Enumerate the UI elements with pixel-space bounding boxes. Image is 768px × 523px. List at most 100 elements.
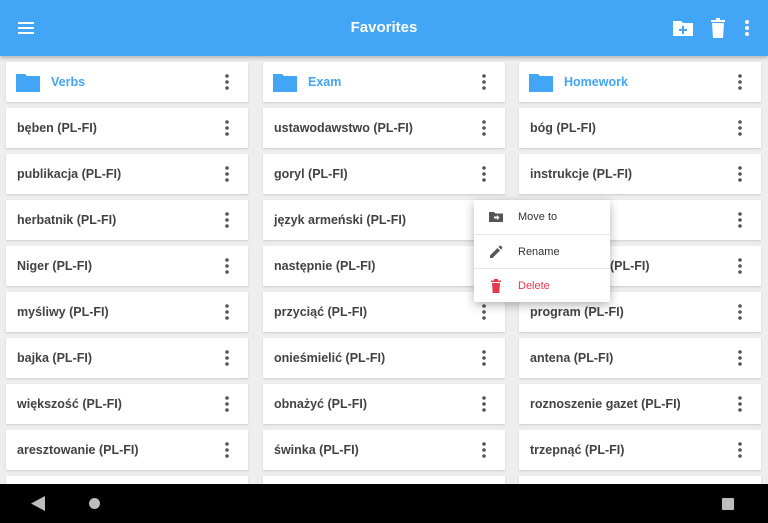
list-item[interactable]: obnażyć (PL-FI) [263,384,505,424]
more-vert-icon[interactable] [731,394,749,414]
list-item[interactable]: język armeński (PL-FI) [263,200,505,240]
menu-item-label: Move to [518,211,558,223]
folder-card[interactable]: Exam [263,62,505,102]
item-label: bajka (PL-FI) [17,351,93,365]
item-label: myśliwy (PL-FI) [17,305,109,319]
menu-item-move-to[interactable]: Move to [474,200,610,234]
item-label: język armeński (PL-FI) [274,213,406,227]
pencil-icon [490,245,503,258]
list-item[interactable] [519,476,761,484]
list-item[interactable]: publikacja (PL-FI) [6,154,248,194]
item-label: aresztowanie (PL-FI) [17,443,139,457]
list-item[interactable]: bęben (PL-FI) [6,108,248,148]
more-vert-icon[interactable] [475,72,493,92]
list-item[interactable]: przyciąć (PL-FI) [263,292,505,332]
more-vert-icon[interactable] [218,164,236,184]
list-item[interactable]: bóg (PL-FI) [519,108,761,148]
item-label: antena (PL-FI) [530,351,614,365]
column-verbs: Verbs bęben (PL-FI) publikacja (PL-FI) h… [6,62,248,484]
folder-card[interactable]: Homework [519,62,761,102]
item-label: goryl (PL-FI) [274,167,348,181]
folder-icon [529,74,553,92]
list-item[interactable] [6,476,248,484]
item-label: obnażyć (PL-FI) [274,397,368,411]
item-label: publikacja (PL-FI) [17,167,122,181]
more-vert-icon[interactable] [218,302,236,322]
folder-name: Homework [564,75,628,89]
more-vert-icon[interactable] [731,164,749,184]
more-vert-icon[interactable] [475,348,493,368]
more-vert-icon[interactable] [218,394,236,414]
more-vert-icon[interactable] [218,72,236,92]
more-vert-icon[interactable] [475,394,493,414]
folder-add-icon[interactable] [671,16,695,40]
folder-icon [273,74,297,92]
favorites-grid: Verbs bęben (PL-FI) publikacja (PL-FI) h… [0,56,768,484]
item-label: Niger (PL-FI) [17,259,92,273]
home-icon[interactable] [89,498,100,509]
item-label: instrukcje (PL-FI) [530,167,633,181]
item-label: ustawodawstwo (PL-FI) [274,121,413,135]
more-vert-icon[interactable] [731,348,749,368]
list-item[interactable]: następnie (PL-FI) [263,246,505,286]
more-vert-icon[interactable] [218,210,236,230]
more-vert-icon[interactable] [218,440,236,460]
list-item[interactable]: ustawodawstwo (PL-FI) [263,108,505,148]
page-title: Favorites [350,19,418,36]
more-vert-icon[interactable] [731,440,749,460]
menu-item-rename[interactable]: Rename [474,234,610,268]
list-item[interactable]: aresztowanie (PL-FI) [6,430,248,470]
item-label: większość (PL-FI) [17,397,122,411]
trash-icon [491,279,501,293]
more-vert-icon[interactable] [218,348,236,368]
list-item[interactable]: goryl (PL-FI) [263,154,505,194]
context-menu: Move to Rename Delete [474,200,610,302]
list-item[interactable]: większość (PL-FI) [6,384,248,424]
more-vert-icon[interactable] [475,440,493,460]
more-vert-icon[interactable] [731,72,749,92]
list-item[interactable]: roznoszenie gazet (PL-FI) [519,384,761,424]
more-vert-icon[interactable] [475,302,493,322]
item-label: roznoszenie gazet (PL-FI) [530,397,681,411]
list-item[interactable]: bajka (PL-FI) [6,338,248,378]
item-label: trzepnąć (PL-FI) [530,443,625,457]
more-vert-icon[interactable] [731,210,749,230]
list-item[interactable]: trzepnąć (PL-FI) [519,430,761,470]
item-label: onieśmielić (PL-FI) [274,351,386,365]
more-vert-icon[interactable] [475,118,493,138]
list-item[interactable]: świnka (PL-FI) [263,430,505,470]
menu-item-delete[interactable]: Delete [474,268,610,302]
trash-icon[interactable] [706,16,730,40]
list-item[interactable]: myśliwy (PL-FI) [6,292,248,332]
item-label: bóg (PL-FI) [530,121,596,135]
recents-icon[interactable] [722,498,734,510]
more-vert-icon[interactable] [735,16,759,40]
folder-name: Exam [308,75,342,89]
item-label: (PL-FI) [610,259,650,273]
list-item[interactable] [263,476,505,484]
list-item[interactable]: instrukcje (PL-FI) [519,154,761,194]
list-item[interactable]: Niger (PL-FI) [6,246,248,286]
folder-name: Verbs [51,75,86,89]
folder-card[interactable]: Verbs [6,62,248,102]
list-item[interactable]: herbatnik (PL-FI) [6,200,248,240]
more-vert-icon[interactable] [218,118,236,138]
more-vert-icon[interactable] [475,164,493,184]
item-label: przyciąć (PL-FI) [274,305,368,319]
system-nav-bar [0,484,768,523]
column-exam: Exam ustawodawstwo (PL-FI) goryl (PL-FI)… [263,62,505,484]
menu-item-label: Delete [518,280,550,292]
item-label: świnka (PL-FI) [274,443,359,457]
item-label: bęben (PL-FI) [17,121,97,135]
more-vert-icon[interactable] [218,256,236,276]
menu-item-label: Rename [518,246,560,258]
list-item[interactable]: onieśmielić (PL-FI) [263,338,505,378]
more-vert-icon[interactable] [731,302,749,322]
app-bar: Favorites [0,0,768,56]
move-to-folder-icon [489,212,503,222]
item-label: następnie (PL-FI) [274,259,376,273]
back-icon[interactable] [31,496,45,511]
more-vert-icon[interactable] [731,118,749,138]
more-vert-icon[interactable] [731,256,749,276]
list-item[interactable]: antena (PL-FI) [519,338,761,378]
